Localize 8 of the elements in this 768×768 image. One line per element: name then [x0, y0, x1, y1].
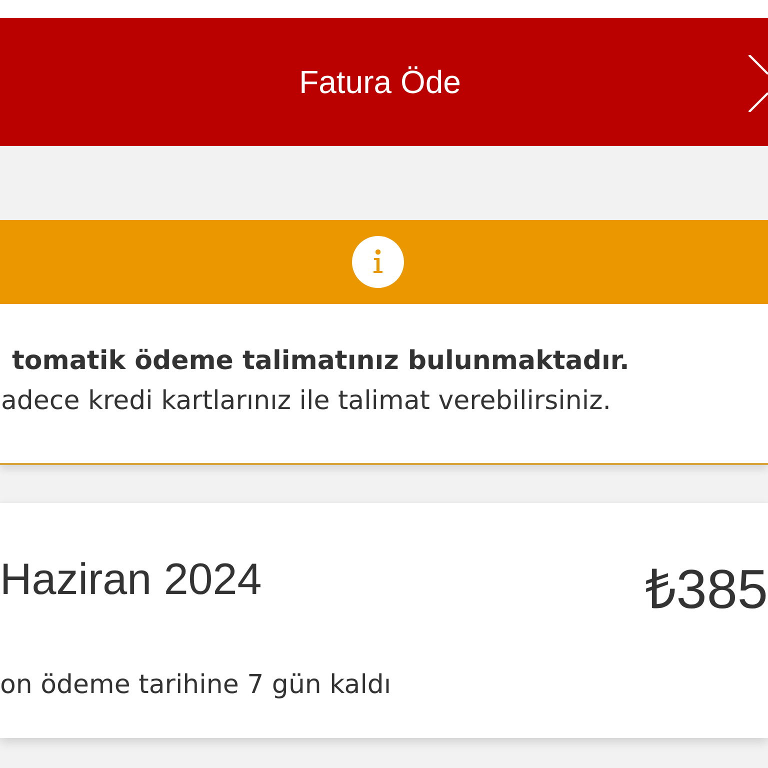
due-note: on ödeme tarihine 7 gün kaldı — [0, 670, 392, 700]
notice-title: tomatik ödeme talimatınız bulunmaktadır. — [12, 346, 630, 376]
close-icon[interactable] — [748, 55, 768, 112]
info-icon — [352, 236, 404, 288]
page-title: Fatura Öde — [299, 64, 461, 100]
notice-message: adece kredi kartlarınız ile talimat verebilirsiniz. — [1, 386, 612, 416]
bill-amount: ₺385 — [645, 557, 768, 622]
bill-period: Haziran 2024 — [0, 555, 262, 605]
